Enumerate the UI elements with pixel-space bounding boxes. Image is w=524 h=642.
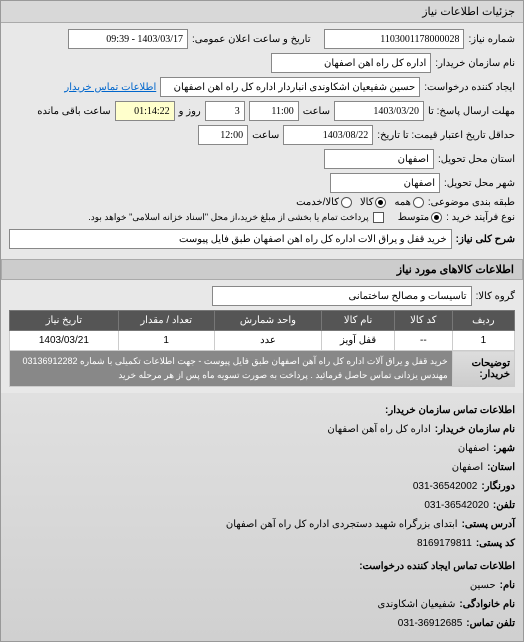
postcode-value: 8169179811 bbox=[417, 534, 472, 553]
cell-code: -- bbox=[394, 331, 452, 351]
cell-row: 1 bbox=[452, 331, 514, 351]
request-number-input[interactable] bbox=[324, 29, 464, 49]
group-input[interactable] bbox=[212, 286, 472, 306]
buyer-label: نام سازمان خریدار: bbox=[435, 58, 515, 69]
address-label: آدرس پستی: bbox=[462, 515, 515, 534]
radio-service[interactable] bbox=[341, 197, 352, 208]
city-label: شهر: bbox=[493, 439, 515, 458]
delivery-province-label: استان محل تحویل: bbox=[438, 154, 515, 165]
main-panel: جزئیات اطلاعات نیاز شماره نیاز: تاریخ و … bbox=[0, 0, 524, 642]
fax-label: دورنگار: bbox=[481, 477, 515, 496]
col-name: نام کالا bbox=[322, 311, 395, 331]
hour-label-1: ساعت bbox=[303, 106, 330, 117]
treasury-checkbox[interactable] bbox=[373, 212, 384, 223]
name-value: حسین bbox=[470, 576, 496, 595]
city-value: اصفهان bbox=[458, 439, 489, 458]
family-label: نام خانوادگی: bbox=[459, 595, 515, 614]
summary-input[interactable] bbox=[9, 229, 452, 249]
process-note: پرداخت تمام یا بخشی از مبلغ خرید،از محل … bbox=[88, 212, 368, 223]
group-label: گروه کالا: bbox=[476, 291, 515, 302]
desc-row: توضیحات خریدار: خرید قفل و یراق آلات ادا… bbox=[10, 351, 515, 387]
radio-goods[interactable] bbox=[375, 197, 386, 208]
header-section: شماره نیاز: تاریخ و ساعت اعلان عمومی: نا… bbox=[1, 23, 523, 259]
buyer-input[interactable] bbox=[271, 53, 431, 73]
deadline-send-label: مهلت ارسال پاسخ: تا bbox=[428, 106, 515, 117]
goods-section-title: اطلاعات کالاهای مورد نیاز bbox=[1, 259, 523, 280]
deadline-time-input[interactable] bbox=[249, 101, 299, 121]
tab-header: جزئیات اطلاعات نیاز bbox=[1, 1, 523, 23]
creator-input[interactable] bbox=[160, 77, 420, 97]
contact-link[interactable]: اطلاعات تماس خریدار bbox=[64, 82, 156, 93]
contact-section-title: اطلاعات تماس سازمان خریدار: bbox=[9, 401, 515, 420]
radio-all[interactable] bbox=[413, 197, 424, 208]
tab-title: جزئیات اطلاعات نیاز bbox=[422, 6, 515, 18]
fax-value: 031-36542002 bbox=[413, 477, 478, 496]
days-label: روز و bbox=[179, 106, 201, 117]
cell-qty: 1 bbox=[118, 331, 214, 351]
phone-value: 031-36542020 bbox=[424, 496, 489, 515]
tel-value: 031-36912685 bbox=[398, 614, 463, 633]
process-type-label: نوع فرآیند خرید : bbox=[446, 212, 515, 223]
subject-group-label: طبقه بندی موضوعی: bbox=[428, 197, 515, 208]
valid-time-input[interactable] bbox=[198, 125, 248, 145]
postcode-label: کد پستی: bbox=[476, 534, 515, 553]
cell-name: قفل آویز bbox=[322, 331, 395, 351]
table-row: 1 -- قفل آویز عدد 1 1403/03/21 bbox=[10, 331, 515, 351]
name-label: نام: bbox=[500, 576, 515, 595]
subject-radio-group: همه کالا کالا/خدمت bbox=[296, 197, 424, 208]
days-input[interactable] bbox=[205, 101, 245, 121]
valid-date-input[interactable] bbox=[283, 125, 373, 145]
hour-label-2: ساعت bbox=[252, 130, 279, 141]
desc-label: توضیحات خریدار: bbox=[452, 351, 514, 387]
col-unit: واحد شمارش bbox=[214, 311, 322, 331]
col-code: کد کالا bbox=[394, 311, 452, 331]
delivery-province-input[interactable] bbox=[324, 149, 434, 169]
delivery-city-label: شهر محل تحویل: bbox=[444, 178, 515, 189]
province-value: اصفهان bbox=[452, 458, 483, 477]
request-number-label: شماره نیاز: bbox=[468, 34, 515, 45]
phone-label: تلفن: bbox=[493, 496, 515, 515]
deadline-date-input[interactable] bbox=[334, 101, 424, 121]
col-qty: تعداد / مقدار bbox=[118, 311, 214, 331]
goods-table: ردیف کد کالا نام کالا واحد شمارش تعداد /… bbox=[9, 310, 515, 387]
delivery-city-input[interactable] bbox=[330, 173, 440, 193]
goods-section: گروه کالا: ردیف کد کالا نام کالا واحد شم… bbox=[1, 280, 523, 393]
col-row: ردیف bbox=[452, 311, 514, 331]
radio-medium[interactable] bbox=[431, 212, 442, 223]
org-label: نام سازمان خریدار: bbox=[435, 420, 515, 439]
cell-unit: عدد bbox=[214, 331, 322, 351]
contact-section: اطلاعات تماس سازمان خریدار: نام سازمان خ… bbox=[1, 393, 523, 641]
creator-label: ایجاد کننده درخواست: bbox=[424, 82, 515, 93]
province-label: استان: bbox=[487, 458, 515, 477]
address-value: ابتدای بزرگراه شهید دستجردی اداره کل راه… bbox=[226, 515, 458, 534]
remain-label: ساعت باقی مانده bbox=[37, 106, 110, 117]
desc-value: خرید قفل و یراق آلات اداره کل راه آهن اص… bbox=[10, 351, 453, 387]
col-date: تاریخ نیاز bbox=[10, 311, 119, 331]
announce-label: تاریخ و ساعت اعلان عمومی: bbox=[192, 34, 311, 45]
family-value: شفیعیان اشکاوندی bbox=[377, 595, 455, 614]
creator-section-title: اطلاعات تماس ایجاد کننده درخواست: bbox=[9, 557, 515, 576]
cell-date: 1403/03/21 bbox=[10, 331, 119, 351]
tel-label: تلفن تماس: bbox=[466, 614, 515, 633]
summary-label: شرح کلی نیاز: bbox=[456, 234, 515, 245]
announce-input[interactable] bbox=[68, 29, 188, 49]
remain-time-input bbox=[115, 101, 175, 121]
org-value: اداره کل راه آهن اصفهان bbox=[327, 420, 430, 439]
valid-until-label: حداقل تاریخ اعتبار قیمت: تا تاریخ: bbox=[377, 130, 515, 141]
